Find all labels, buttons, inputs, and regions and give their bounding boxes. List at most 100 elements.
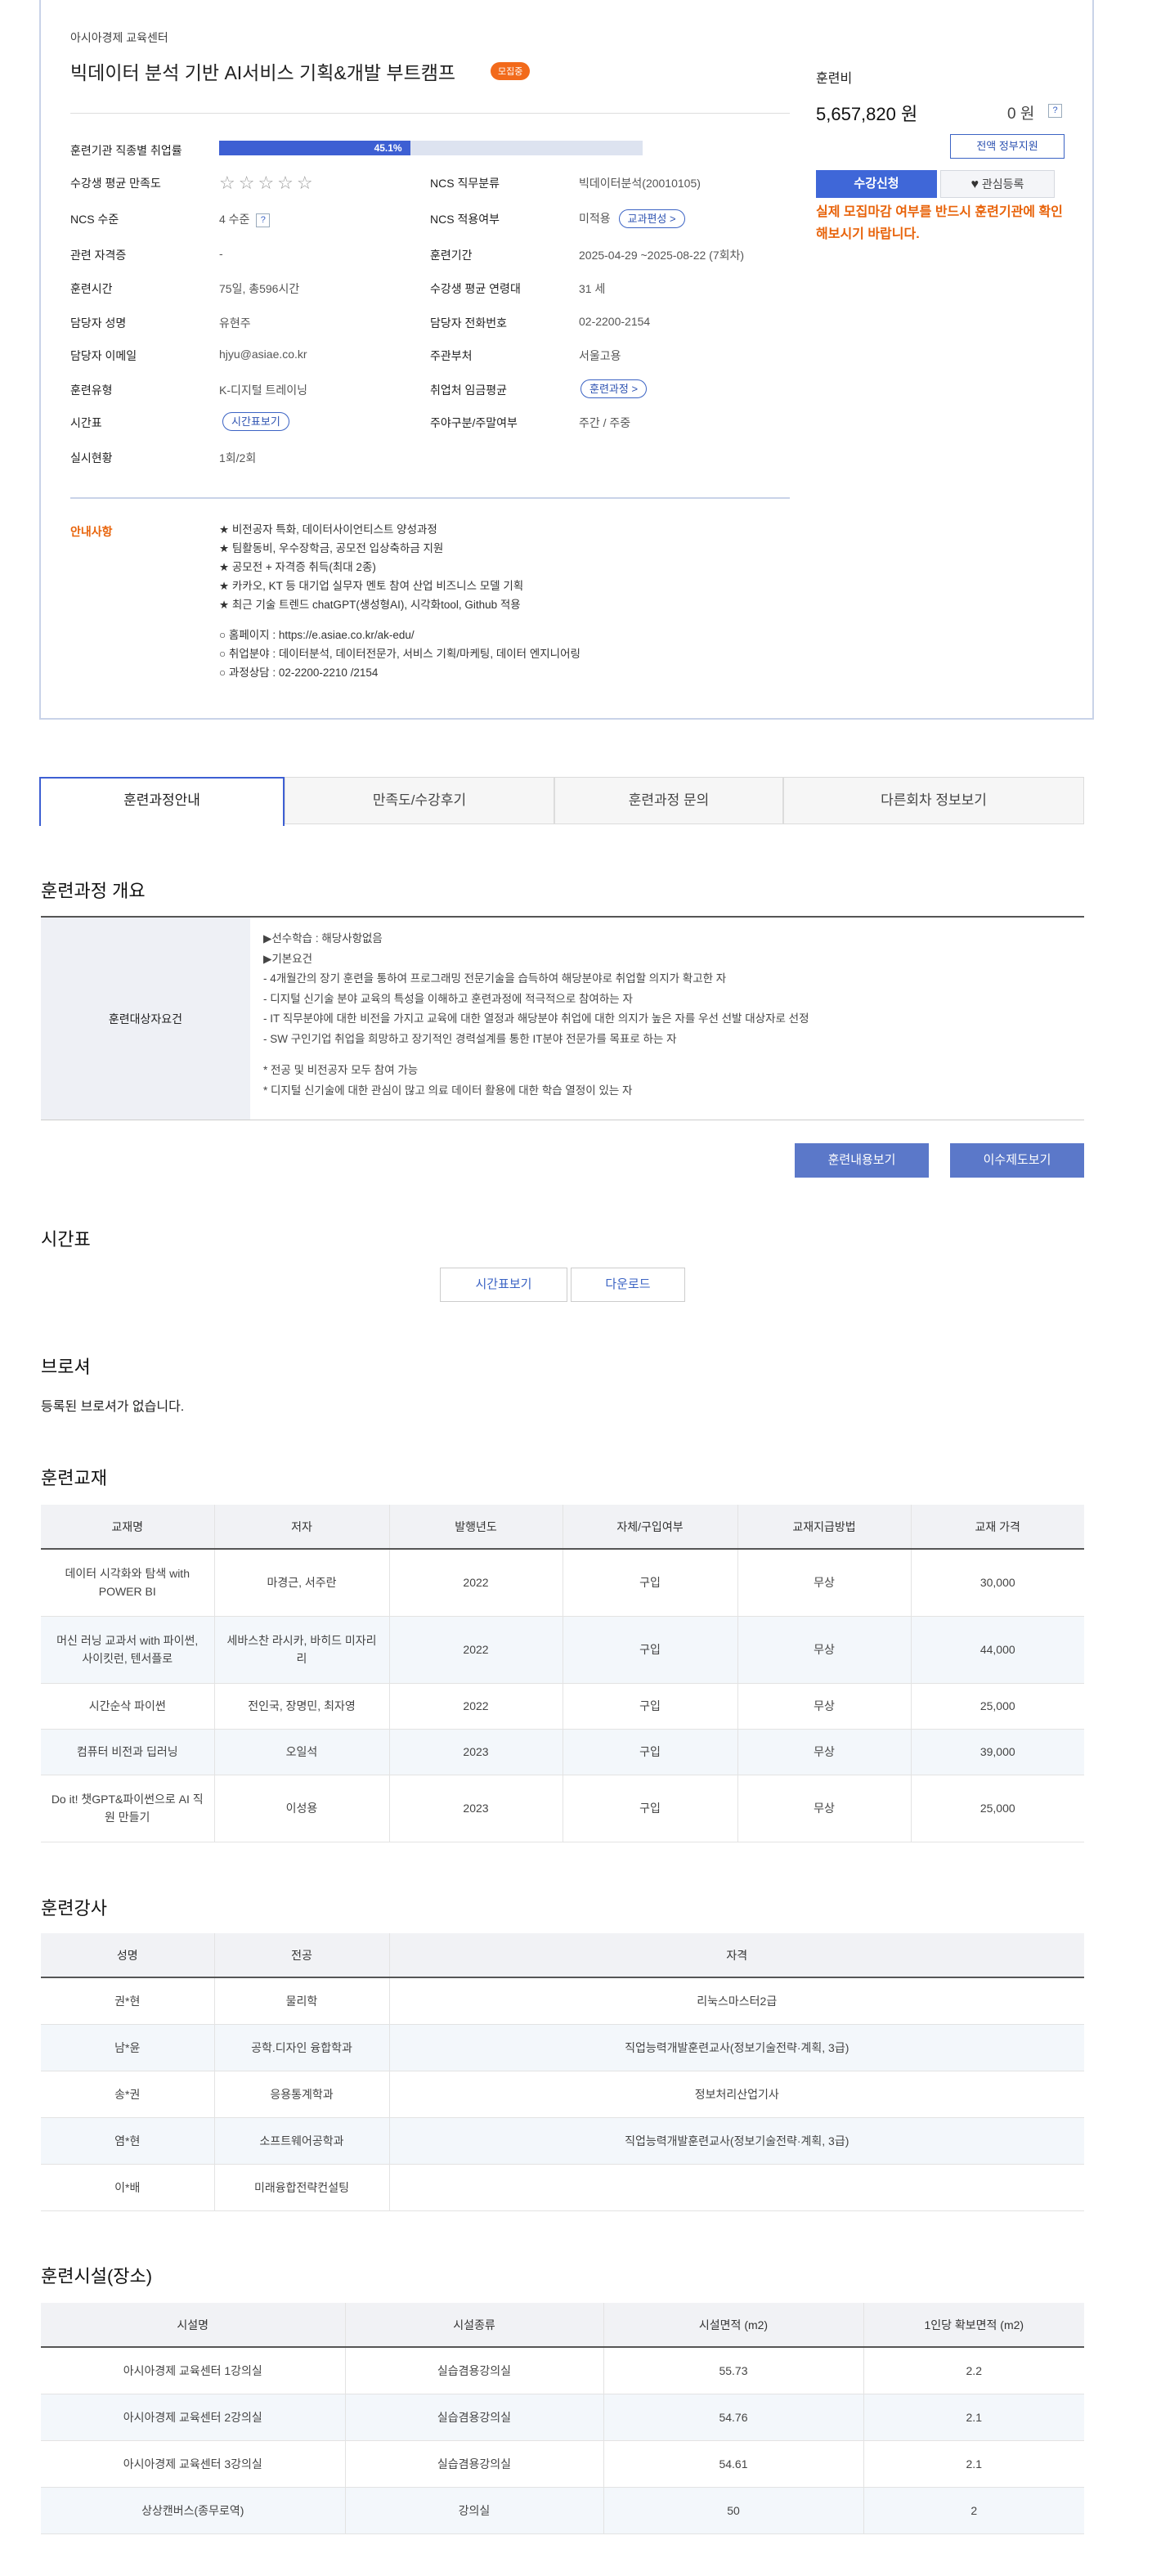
- table-row: 아시아경제 교육센터 1강의실 실습겸용강의실 55.73 2.2: [41, 2347, 1084, 2394]
- deadline-warning: 실제 모집마감 여부를 반드시 훈련기관에 확인해보시기 바랍니다.: [816, 205, 1063, 241]
- daynight-label: 주야구분/주말여부: [430, 416, 518, 429]
- fee-amount: 5,657,820 원: [816, 104, 918, 124]
- notice-text: ★ 비전공자 특화, 데이터사이언티스트 양성과정 ★ 팀활동비, 우수장학금,…: [219, 520, 580, 682]
- tab-course-info[interactable]: 훈련과정안내: [39, 777, 285, 826]
- timetable-view-button-2[interactable]: 시간표보기: [440, 1268, 567, 1302]
- curriculum-button[interactable]: 교과편성 >: [618, 209, 685, 228]
- cell: 데이터 시각화와 탐색 with POWER BI: [41, 1549, 214, 1617]
- cell: 2.1: [863, 2440, 1084, 2488]
- age-value: 31 세: [579, 282, 606, 295]
- ncs-level-label: NCS 수준: [70, 213, 119, 226]
- table-row: 상상캔버스(종무로역) 강의실 50 2: [41, 2487, 1084, 2534]
- cell: 2.2: [863, 2347, 1084, 2394]
- instructors-title: 훈련강사: [41, 1898, 107, 1919]
- tab-reviews[interactable]: 만족도/수강후기: [285, 777, 554, 824]
- cell: 39,000: [910, 1729, 1084, 1775]
- course-content-button[interactable]: 훈련내용보기: [795, 1143, 929, 1178]
- phone-label: 담당자 전화번호: [430, 316, 508, 330]
- cell: 실습겸용강의실: [344, 2394, 603, 2441]
- cell: 직업능력개발훈련교사(정보기술전략·계획, 3급): [388, 2117, 1084, 2165]
- hours-value: 75일, 총596시간: [219, 282, 300, 295]
- wishlist-button[interactable]: ♥ 관심등록: [940, 170, 1055, 198]
- requirement-line: ▶선수학습 : 해당사항없음: [263, 932, 383, 945]
- table-row: 컴퓨터 비전과 딥러닝 오일석 2023 구입 무상 39,000: [41, 1729, 1084, 1775]
- type-label: 훈련유형: [70, 384, 113, 397]
- col-header: 성명: [41, 1933, 214, 1978]
- cell: 2022: [388, 1616, 563, 1684]
- full-support-button[interactable]: 전액 정부지원: [950, 134, 1065, 159]
- table-row: 머신 러닝 교과서 with 파이썬, 사이킷런, 텐서플로 세바스찬 라시카,…: [41, 1616, 1084, 1684]
- cell: 물리학: [213, 1977, 389, 2025]
- wage-label: 취업처 임금평균: [430, 384, 508, 397]
- table-row: 남*윤 공학.디자인 융합학과 직업능력개발훈련교사(정보기술전략·계획, 3급…: [41, 2024, 1084, 2071]
- timetable-title: 시간표: [41, 1229, 91, 1250]
- cell: 50: [603, 2487, 863, 2534]
- cell: 머신 러닝 교과서 with 파이썬, 사이킷런, 텐서플로: [41, 1616, 214, 1684]
- timetable-download-button[interactable]: 다운로드: [571, 1268, 685, 1302]
- textbooks-title: 훈련교재: [41, 1468, 107, 1488]
- employment-rate-bar: 45.1%: [219, 141, 643, 155]
- cell: [388, 2164, 1084, 2211]
- cell: 전인국, 장명민, 최자영: [213, 1683, 389, 1730]
- overview-title: 훈련과정 개요: [41, 881, 146, 901]
- cell: 구입: [562, 1549, 737, 1617]
- notice-line: ★ 공모전 + 자격증 취득(최대 2종): [219, 561, 376, 573]
- cell: 정보처리산업기사: [388, 2071, 1084, 2118]
- status-badge: 모집중: [491, 62, 531, 80]
- brochure-title: 브로셔: [41, 1357, 91, 1377]
- ncs-level-help-icon[interactable]: ?: [256, 213, 271, 227]
- col-header: 전공: [213, 1933, 389, 1978]
- fee-label: 훈련비: [816, 72, 853, 86]
- institution-name[interactable]: 아시아경제 교육센터: [70, 29, 168, 46]
- cell: 강의실: [344, 2487, 603, 2534]
- cell: 리눅스마스터2급: [388, 1977, 1084, 2025]
- notice-line: ★ 비전공자 특화, 데이터사이언티스트 양성과정: [219, 523, 437, 536]
- satisfaction-label: 수강생 평균 만족도: [70, 177, 161, 190]
- cell: 컴퓨터 비전과 딥러닝: [41, 1729, 214, 1775]
- cell: 아시아경제 교육센터 2강의실: [41, 2394, 345, 2441]
- email-value[interactable]: hjyu@asiae.co.kr: [219, 348, 307, 361]
- col-header: 자체/구입여부: [562, 1505, 737, 1550]
- requirement-line: - 디지털 신기술 분야 교육의 특성을 이해하고 훈련과정에 적극적으로 참여…: [263, 992, 633, 1005]
- cell: 남*윤: [41, 2024, 214, 2071]
- employment-rate-text: 45.1%: [374, 142, 402, 154]
- col-header: 1인당 확보면적 (m2): [863, 2303, 1084, 2348]
- cell: 54.76: [603, 2394, 863, 2441]
- tab-other-sessions[interactable]: 다른회차 정보보기: [783, 777, 1084, 824]
- notice-line: ○ 취업분야 : 데이터분석, 데이터전문가, 서비스 기획/마케팅, 데이터 …: [219, 648, 580, 660]
- table-row: 시간순삭 파이썬 전인국, 장명민, 최자영 2022 구입 무상 25,000: [41, 1683, 1084, 1730]
- cert-value: -: [219, 247, 223, 260]
- cell: 응용통계학과: [213, 2071, 389, 2118]
- facilities-title: 훈련시설(장소): [41, 2266, 153, 2287]
- type-value: K-디지털 트레이닝: [219, 384, 308, 397]
- cell: 54.61: [603, 2440, 863, 2488]
- cell: 아시아경제 교육센터 3강의실: [41, 2440, 345, 2488]
- requirement-line: ▶기본요건: [263, 952, 313, 965]
- apply-button[interactable]: 수강신청: [816, 170, 937, 198]
- hours-label: 훈련시간: [70, 282, 113, 295]
- target-label: 훈련대상자요건: [41, 918, 250, 1120]
- wage-course-button[interactable]: 훈련과정 >: [580, 379, 648, 398]
- cell: 무상: [737, 1775, 911, 1842]
- table-row: 이*배 미래융합전략컨설팅: [41, 2164, 1084, 2211]
- employment-rate-label: 훈련기관 직종별 취업률: [70, 144, 182, 157]
- col-header: 시설면적 (m2): [603, 2303, 863, 2348]
- requirement-line: - IT 직무분야에 대한 비전을 가지고 교육에 대한 열정과 해당분야 취업…: [263, 1012, 809, 1025]
- col-header: 교재명: [41, 1505, 214, 1550]
- timetable-view-button[interactable]: 시간표보기: [222, 412, 289, 431]
- cell: 구입: [562, 1775, 737, 1842]
- self-pay-amount: 0 원: [1007, 105, 1035, 123]
- cell: 직업능력개발훈련교사(정보기술전략·계획, 3급): [388, 2024, 1084, 2071]
- self-pay-help-icon[interactable]: ?: [1048, 104, 1062, 118]
- col-header: 교재 가격: [910, 1505, 1084, 1550]
- email-label: 담당자 이메일: [70, 349, 137, 362]
- cell: 염*현: [41, 2117, 214, 2165]
- notice-line: ★ 최근 기술 트렌드 chatGPT(생성형AI), 시각화tool, Git…: [219, 599, 521, 611]
- cell: 아시아경제 교육센터 1강의실: [41, 2347, 345, 2394]
- cell: 권*현: [41, 1977, 214, 2025]
- tab-inquiry[interactable]: 훈련과정 문의: [554, 777, 783, 824]
- title-divider: [70, 113, 790, 114]
- completion-system-button[interactable]: 이수제도보기: [950, 1143, 1084, 1178]
- notice-line: ○ 과정상담 : 02-2200-2210 /2154: [219, 666, 379, 679]
- cell: 이성용: [213, 1775, 389, 1842]
